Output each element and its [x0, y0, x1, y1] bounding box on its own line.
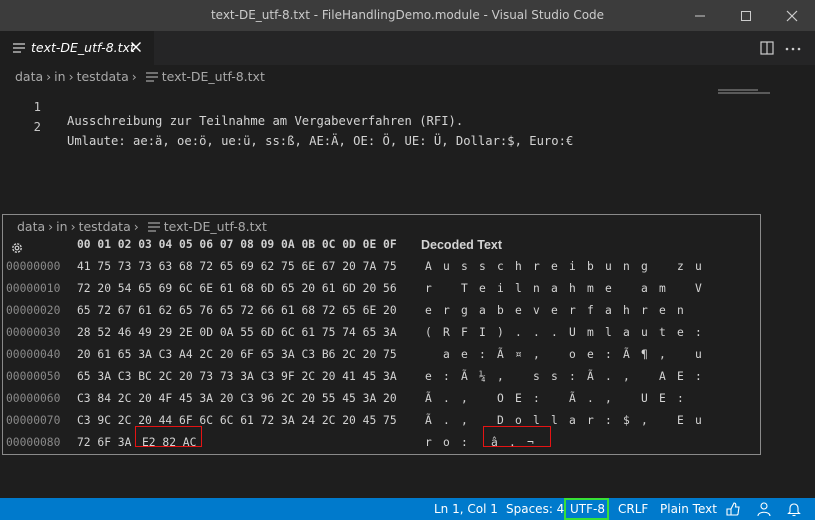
breadcrumb-item[interactable]: in: [54, 69, 65, 84]
tab-close-icon[interactable]: [130, 41, 142, 53]
hex-offset: 00000080: [6, 436, 61, 449]
hex-row[interactable]: 00000030 28 52 46 49 29 2E 0D 0A 55 6D 6…: [3, 326, 760, 348]
decoded-text[interactable]: e:Ã¼, ss:Ã., AE:: [425, 370, 713, 383]
line-ending[interactable]: CRLF: [618, 502, 648, 516]
bell-icon[interactable]: [786, 501, 802, 517]
split-editor-icon[interactable]: [760, 41, 774, 55]
hex-column-headers: 00 01 02 03 04 05 06 07 08 09 0A 0B 0C 0…: [77, 238, 397, 251]
title-bar: text-DE_utf-8.txt - FileHandlingDemo.mod…: [0, 0, 815, 31]
hex-bytes[interactable]: 65 72 67 61 62 65 76 65 72 66 61 68 72 6…: [77, 304, 397, 317]
hex-bytes[interactable]: 20 61 65 3A C3 A4 2C 20 6F 65 3A C3 B6 2…: [77, 348, 397, 361]
hex-header-row: 00 01 02 03 04 05 06 07 08 09 0A 0B 0C 0…: [3, 238, 760, 260]
chevron-right-icon: ›: [133, 219, 139, 234]
hex-bytes[interactable]: 41 75 73 73 63 68 72 65 69 62 75 6E 67 2…: [77, 260, 397, 273]
chevron-right-icon: ›: [48, 219, 54, 234]
breadcrumb-item[interactable]: testdata: [77, 69, 129, 84]
hex-bytes[interactable]: 28 52 46 49 29 2E 0D 0A 55 6D 6C 61 75 7…: [77, 326, 397, 339]
decoded-text[interactable]: Ã., OE: Ã., UE:: [425, 392, 713, 405]
close-icon: [786, 10, 798, 22]
breadcrumb-item[interactable]: text-DE_utf-8.txt: [164, 219, 267, 234]
highlight-box-decoded: [483, 426, 551, 447]
status-bar: Ln 1, Col 1 Spaces: 4 UTF-8 CRLF Plain T…: [0, 498, 815, 520]
chevron-right-icon: ›: [131, 69, 137, 84]
hex-bytes[interactable]: 72 20 54 65 69 6C 6E 61 68 6D 65 20 61 6…: [77, 282, 397, 295]
decoded-text[interactable]: ae:Ã¤, oe:Ã¶, u: [425, 348, 713, 361]
minimap-line: [718, 89, 758, 91]
language-mode[interactable]: Plain Text: [660, 502, 717, 516]
line-number: 2: [33, 120, 41, 134]
decoded-text[interactable]: ergabeverfahren: [425, 304, 713, 317]
hex-offset: 00000060: [6, 392, 61, 405]
hex-offset: 00000030: [6, 326, 61, 339]
hex-offset: 00000000: [6, 260, 61, 273]
tab-bar: text-DE_utf-8.txt: [0, 31, 815, 65]
maximize-button[interactable]: [723, 0, 769, 31]
editor-line[interactable]: 2 Umlaute: ae:ä, oe:ö, ue:ü, ss:ß, AE:Ä,…: [0, 106, 815, 148]
feedback-icon[interactable]: [725, 501, 741, 517]
hex-bytes[interactable]: C3 84 2C 20 4F 45 3A 20 C3 96 2C 20 55 4…: [77, 392, 397, 405]
line-text[interactable]: Umlaute: ae:ä, oe:ö, ue:ü, ss:ß, AE:Ä, O…: [67, 134, 573, 148]
text-file-icon: [145, 71, 158, 82]
tab-text-file[interactable]: text-DE_utf-8.txt: [0, 31, 154, 65]
accounts-icon[interactable]: [756, 501, 772, 517]
decoded-text[interactable]: Ausschreibung zu: [425, 260, 713, 273]
hex-offset: 00000050: [6, 370, 61, 383]
chevron-right-icon: ›: [70, 219, 76, 234]
hex-breadcrumb: data › in › testdata › text-DE_utf-8.txt: [17, 218, 267, 234]
hex-row[interactable]: 00000070 C3 9C 2C 20 44 6F 6C 6C 61 72 3…: [3, 414, 760, 436]
hex-row[interactable]: 00000050 65 3A C3 BC 2C 20 73 73 3A C3 9…: [3, 370, 760, 392]
encoding[interactable]: UTF-8: [570, 502, 605, 516]
chevron-right-icon: ›: [68, 69, 74, 84]
hex-row[interactable]: 00000080 72 6F 3A E2 82 AC ro: â.¬: [3, 436, 760, 458]
tab-label: text-DE_utf-8.txt: [31, 40, 135, 55]
hex-bytes[interactable]: C3 9C 2C 20 44 6F 6C 6C 61 72 3A 24 2C 2…: [77, 414, 397, 427]
breadcrumb-item[interactable]: text-DE_utf-8.txt: [162, 69, 265, 84]
minimap-line: [718, 92, 770, 94]
highlight-box-bytes: [135, 426, 202, 447]
hex-row[interactable]: 00000060 C3 84 2C 20 4F 45 3A 20 C3 96 2…: [3, 392, 760, 414]
hex-bytes[interactable]: 65 3A C3 BC 2C 20 73 73 3A C3 9F 2C 20 4…: [77, 370, 397, 383]
decoded-text[interactable]: Ã., Dollar:$, Eu: [425, 414, 713, 427]
hex-editor-panel: data › in › testdata › text-DE_utf-8.txt 00 0…: [2, 214, 761, 455]
maximize-icon: [741, 11, 751, 21]
gear-icon[interactable]: [10, 241, 24, 255]
hex-row[interactable]: 00000010 72 20 54 65 69 6C 6E 61 68 6D 6…: [3, 282, 760, 304]
more-actions-icon[interactable]: [785, 47, 801, 51]
breadcrumb-item[interactable]: in: [56, 219, 67, 234]
minimize-icon: [695, 15, 705, 17]
close-window-button[interactable]: [769, 0, 815, 31]
minimize-button[interactable]: [677, 0, 723, 31]
chevron-right-icon: ›: [46, 69, 52, 84]
hex-row[interactable]: 00000020 65 72 67 61 62 65 76 65 72 66 6…: [3, 304, 760, 326]
hex-offset: 00000020: [6, 304, 61, 317]
text-file-icon: [13, 43, 25, 53]
cursor-position[interactable]: Ln 1, Col 1: [434, 502, 498, 516]
decoded-text[interactable]: r Teilnahme am V: [425, 282, 713, 295]
hex-offset: 00000010: [6, 282, 61, 295]
decoded-text[interactable]: ro:: [425, 436, 479, 449]
hex-bytes[interactable]: 72 6F 3A: [77, 436, 131, 449]
text-file-icon: [147, 221, 160, 232]
breadcrumb-item[interactable]: data: [15, 69, 43, 84]
hex-row[interactable]: 00000040 20 61 65 3A C3 A4 2C 20 6F 65 3…: [3, 348, 760, 370]
decoded-text-title: Decoded Text: [421, 238, 503, 252]
hex-row[interactable]: 00000000 41 75 73 73 63 68 72 65 69 62 7…: [3, 260, 760, 282]
breadcrumb-item[interactable]: data: [17, 219, 45, 234]
editor-line[interactable]: 1 Ausschreibung zur Teilnahme am Vergabe…: [0, 86, 815, 128]
indentation[interactable]: Spaces: 4: [506, 502, 564, 516]
hex-offset: 00000040: [6, 348, 61, 361]
breadcrumb-item[interactable]: testdata: [79, 219, 131, 234]
hex-offset: 00000070: [6, 414, 61, 427]
decoded-text[interactable]: (RFI)...Umlaute:: [425, 326, 713, 339]
breadcrumb: data › in › testdata › text-DE_utf-8.txt: [15, 68, 265, 84]
